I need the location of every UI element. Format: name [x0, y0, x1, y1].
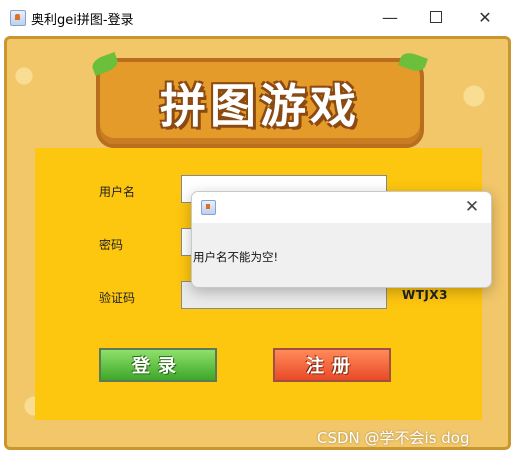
logo-text: 拼图游戏	[160, 79, 360, 133]
dialog-titlebar: ✕	[192, 192, 491, 223]
dialog-message: 用户名不能为空!	[193, 250, 279, 264]
register-button[interactable]: 注册	[273, 348, 391, 382]
captcha-label: 验证码	[99, 291, 136, 305]
window-title: 奥利gei拼图-登录	[31, 13, 134, 28]
java-app-icon	[10, 10, 26, 26]
dialog-close-icon[interactable]: ✕	[461, 196, 483, 218]
password-label: 密码	[99, 238, 124, 252]
maximize-button[interactable]	[413, 0, 459, 34]
maximize-icon	[430, 11, 442, 23]
watermark: CSDN @学不会is dog	[317, 429, 470, 447]
close-icon: ✕	[478, 7, 492, 27]
username-label: 用户名	[99, 185, 136, 199]
login-button[interactable]: 登录	[99, 348, 217, 382]
game-logo: 拼图游戏	[90, 50, 428, 148]
minimize-icon: —	[382, 7, 398, 27]
window-titlebar: 奥利gei拼图-登录 — ✕	[0, 0, 519, 34]
close-button[interactable]: ✕	[462, 0, 508, 34]
minimize-button[interactable]: —	[367, 0, 413, 34]
java-app-icon	[201, 200, 216, 215]
error-dialog: ✕ 用户名不能为空!	[191, 191, 492, 288]
captcha-code[interactable]: WTJX3	[402, 288, 448, 302]
